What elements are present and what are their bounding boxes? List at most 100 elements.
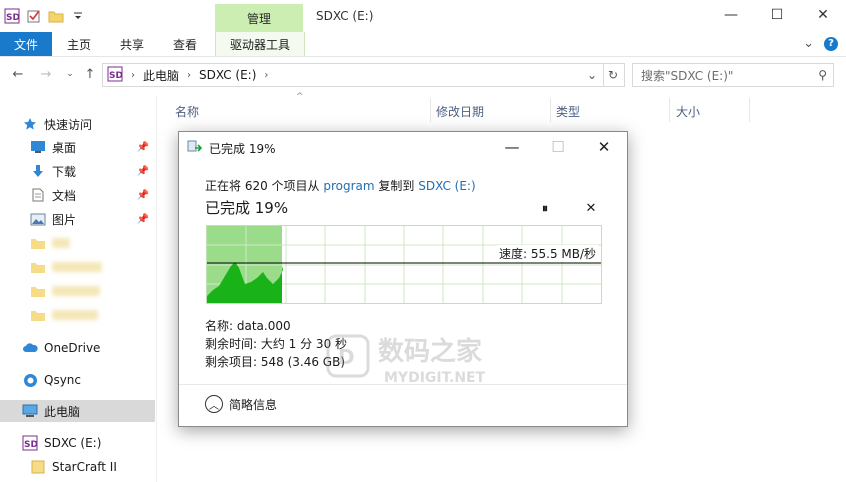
- customize-toolbar-icon[interactable]: [70, 8, 86, 24]
- folder-icon: [30, 259, 46, 275]
- copy-description-prefix: 正在将 620 个项目从: [205, 179, 324, 193]
- source-link[interactable]: program: [323, 179, 374, 193]
- folder-icon: [30, 459, 46, 475]
- cloud-icon: [22, 340, 38, 356]
- column-divider[interactable]: [669, 98, 670, 122]
- dialog-title: 已完成 19%: [209, 142, 276, 156]
- folder-icon: [30, 307, 46, 323]
- properties-icon[interactable]: [26, 8, 42, 24]
- sidebar-item-pictures[interactable]: 图片 📌: [0, 208, 155, 230]
- recent-locations-icon[interactable]: ⌄: [62, 66, 78, 82]
- sidebar-item-blurred-folder[interactable]: [0, 232, 155, 254]
- blurred-label: [52, 238, 70, 248]
- close-button[interactable]: ✕: [800, 0, 846, 30]
- sidebar-item-label: 文档: [52, 188, 77, 203]
- transfer-speed-graph: [206, 225, 602, 304]
- blurred-label: [52, 262, 102, 272]
- tab-view[interactable]: 查看: [173, 32, 197, 56]
- column-name[interactable]: 名称: [175, 101, 199, 121]
- pin-icon[interactable]: 📌: [137, 142, 149, 153]
- fewer-details-button[interactable]: ︿ 简略信息: [205, 395, 277, 413]
- tab-home[interactable]: 主页: [67, 32, 91, 56]
- svg-text:SD: SD: [24, 440, 38, 450]
- dialog-minimize-button[interactable]: —: [489, 132, 535, 162]
- svg-text:D: D: [338, 345, 355, 369]
- drive-location-icon: SD: [107, 66, 123, 85]
- context-tab-manage[interactable]: 管理: [215, 4, 303, 32]
- sidebar-item-blurred-folder[interactable]: [0, 256, 155, 278]
- column-divider[interactable]: [550, 98, 551, 122]
- sidebar-item-documents[interactable]: 文档 📌: [0, 184, 155, 206]
- tab-file[interactable]: 文件: [0, 32, 52, 56]
- sidebar-item-label: 下载: [52, 164, 77, 179]
- ribbon-right-controls: ⌄ ?: [803, 36, 838, 51]
- pin-icon[interactable]: 📌: [137, 190, 149, 201]
- forward-icon[interactable]: →: [38, 66, 54, 82]
- sidebar-item-label: 图片: [52, 212, 77, 227]
- refresh-icon[interactable]: ↻: [602, 63, 625, 87]
- pause-button[interactable]: ⏸: [537, 200, 553, 216]
- svg-text:MYDIGIT.NET: MYDIGIT.NET: [384, 370, 486, 386]
- search-input[interactable]: 搜索"SDXC (E:)" ⚲: [632, 63, 834, 87]
- sidebar-item-drive[interactable]: SD SDXC (E:): [0, 432, 155, 454]
- dialog-maximize-button[interactable]: ☐: [535, 132, 581, 162]
- sidebar-item-desktop[interactable]: 桌面 📌: [0, 136, 155, 158]
- star-icon: [22, 116, 38, 132]
- sidebar-item-starcraft[interactable]: StarCraft II: [0, 456, 155, 478]
- search-icon[interactable]: ⚲: [818, 68, 827, 82]
- computer-icon: [22, 403, 38, 419]
- column-type[interactable]: 类型: [556, 101, 580, 121]
- svg-text:数码之家: 数码之家: [378, 336, 482, 367]
- back-icon[interactable]: ←: [10, 66, 26, 82]
- breadcrumb-separator[interactable]: ›: [264, 70, 268, 81]
- sd-card-icon: SD: [22, 435, 38, 451]
- sidebar-item-blurred-folder[interactable]: [0, 280, 155, 302]
- quick-access-toolbar: SD: [4, 4, 86, 28]
- sidebar-item-blurred-folder[interactable]: [0, 304, 155, 326]
- blurred-label: [52, 286, 100, 296]
- breadcrumb-separator[interactable]: ›: [131, 70, 135, 81]
- svg-text:SD: SD: [6, 13, 20, 23]
- address-dropdown-icon[interactable]: ⌄: [587, 68, 597, 82]
- breadcrumb-separator[interactable]: ›: [187, 70, 191, 81]
- ribbon-expand-icon[interactable]: ⌄: [803, 36, 814, 51]
- search-placeholder: 搜索"SDXC (E:)": [641, 68, 734, 83]
- sidebar-item-label: SDXC (E:): [44, 436, 102, 450]
- drive-app-icon[interactable]: SD: [4, 8, 20, 24]
- maximize-button[interactable]: ☐: [754, 0, 800, 30]
- pin-icon[interactable]: 📌: [137, 166, 149, 177]
- help-icon[interactable]: ?: [824, 36, 838, 51]
- speed-label: 速度: 55.5 MB/秒: [497, 245, 599, 262]
- window-title: SDXC (E:): [316, 9, 374, 23]
- up-icon[interactable]: ↑: [82, 66, 98, 82]
- breadcrumb-drive[interactable]: SDXC (E:): [199, 68, 256, 82]
- qsync-icon: [22, 372, 38, 388]
- sidebar-item-qsync[interactable]: Qsync: [0, 369, 155, 391]
- column-divider[interactable]: [430, 98, 431, 122]
- dialog-close-button[interactable]: ✕: [581, 132, 627, 162]
- address-bar[interactable]: SD › 此电脑 › SDXC (E:) › ⌄: [102, 63, 604, 87]
- new-folder-icon[interactable]: [48, 8, 64, 24]
- destination-link[interactable]: SDXC (E:): [418, 179, 475, 193]
- column-modified[interactable]: 修改日期: [436, 101, 484, 121]
- breadcrumb-this-pc[interactable]: 此电脑: [143, 67, 179, 84]
- sidebar-item-label: StarCraft II: [52, 460, 117, 474]
- copy-icon: [187, 140, 203, 157]
- sidebar-item-onedrive[interactable]: OneDrive: [0, 337, 155, 359]
- column-divider[interactable]: [749, 98, 750, 122]
- pin-icon[interactable]: 📌: [137, 214, 149, 225]
- tab-share[interactable]: 共享: [120, 32, 144, 56]
- sidebar-item-label: Qsync: [44, 373, 82, 387]
- tab-drive-tools[interactable]: 驱动器工具: [215, 32, 305, 56]
- sidebar-item-label: 快速访问: [44, 117, 93, 132]
- column-size[interactable]: 大小: [676, 101, 700, 121]
- sidebar-item-this-pc[interactable]: 此电脑: [0, 400, 155, 422]
- minimize-button[interactable]: —: [708, 0, 754, 30]
- stop-button[interactable]: ✕: [583, 200, 599, 216]
- blurred-label: [52, 310, 98, 320]
- sidebar-item-downloads[interactable]: 下载 📌: [0, 160, 155, 182]
- items-remaining-line: 剩余项目: 548 (3.46 GB): [205, 355, 346, 369]
- progress-status: 已完成 19%: [205, 199, 289, 217]
- sidebar-item-quick-access[interactable]: 快速访问: [0, 113, 155, 135]
- copy-description: 正在将 620 个项目从 program 复制到 SDXC (E:): [205, 177, 476, 194]
